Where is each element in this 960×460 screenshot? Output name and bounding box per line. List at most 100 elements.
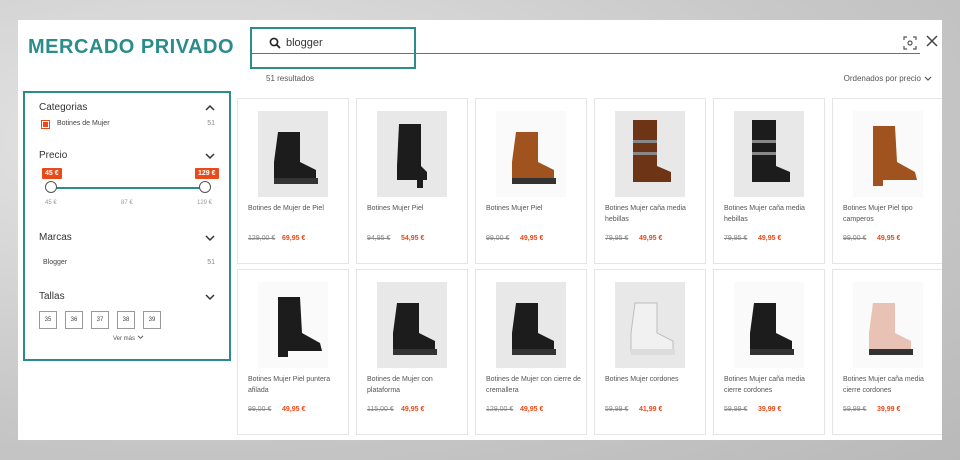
filter-option-label[interactable]: Botines de Mujer	[57, 120, 110, 127]
product-old-price: 99,00 €	[248, 406, 272, 413]
boot-icon	[873, 126, 917, 186]
boot-icon	[869, 303, 913, 355]
brand-option-blogger[interactable]: Blogger	[43, 259, 67, 266]
price-tick-max: 129 €	[197, 200, 213, 206]
size-option-39[interactable]: 39	[143, 311, 161, 329]
product-image[interactable]	[734, 111, 804, 197]
product-image[interactable]	[377, 282, 447, 368]
product-image[interactable]	[734, 282, 804, 368]
product-card[interactable]: Botines Mujer cordones 59,99 € 41,99 €	[594, 269, 706, 435]
scan-icon[interactable]	[903, 36, 917, 50]
price-max-tag: 129 €	[195, 168, 219, 179]
product-image[interactable]	[853, 111, 923, 197]
product-price: 54,95 €	[401, 235, 425, 242]
product-old-price: 115,00 €	[367, 406, 394, 413]
results-count: 51 resultados	[266, 74, 315, 83]
product-old-price: 59,99 €	[724, 406, 748, 413]
product-name[interactable]: Botines Mujer Piel	[367, 203, 463, 214]
product-image[interactable]	[615, 111, 685, 197]
product-name[interactable]: Botines de Mujer con plataforma	[367, 374, 463, 396]
product-image[interactable]	[496, 282, 566, 368]
product-name[interactable]: Botines Mujer caña media cierre cordones	[843, 374, 939, 396]
filter-title-categories[interactable]: Categorias	[39, 102, 87, 113]
product-old-price: 129,00 €	[486, 406, 514, 413]
boot-icon	[278, 297, 322, 357]
chevron-down-icon[interactable]	[205, 293, 215, 301]
product-name[interactable]: Botines Mujer Piel puntera afilada	[248, 374, 344, 396]
product-image[interactable]	[615, 282, 685, 368]
product-card[interactable]: Botines de Mujer con plataforma 115,00 € 4…	[356, 269, 468, 435]
product-name[interactable]: Botines de Mujer de Piel	[248, 203, 344, 214]
product-image[interactable]	[377, 111, 447, 197]
boot-icon	[274, 132, 318, 184]
product-card[interactable]: Botines de Mujer con cierre de cremaller…	[475, 269, 587, 435]
product-image[interactable]	[496, 111, 566, 197]
product-old-price: 59,99 €	[843, 406, 867, 413]
price-slider-max-handle[interactable]	[199, 181, 211, 193]
product-price: 39,99 €	[877, 406, 901, 413]
product-card[interactable]: Botines Mujer caña media hebillas 79,95 €…	[594, 98, 706, 264]
product-price: 49,95 €	[758, 235, 782, 242]
price-slider-min-handle[interactable]	[45, 181, 57, 193]
product-card[interactable]: Botines Mujer Piel 94,95 € 54,95 €	[356, 98, 468, 264]
size-option-38[interactable]: 38	[117, 311, 135, 329]
price-tick-min: 45 €	[45, 200, 57, 206]
product-card[interactable]: Botines Mujer caña media cierre cordones…	[713, 269, 825, 435]
product-price: 41,99 €	[639, 406, 663, 413]
chevron-down-icon	[924, 76, 932, 81]
price-slider-track[interactable]	[49, 187, 205, 189]
product-old-price: 94,95 €	[367, 235, 391, 242]
product-image[interactable]	[258, 282, 328, 368]
product-name[interactable]: Botines Mujer Piel	[486, 203, 582, 214]
price-min-tag: 45 €	[42, 168, 62, 179]
product-name[interactable]: Botines Mujer Piel tipo camperos	[843, 203, 939, 225]
boot-icon	[752, 120, 790, 182]
product-card[interactable]: Botines Mujer caña media cierre cordones…	[832, 269, 942, 435]
product-old-price: 59,99 €	[605, 406, 629, 413]
boot-icon	[512, 132, 556, 184]
product-image[interactable]	[258, 111, 328, 197]
product-price: 49,95 €	[877, 235, 901, 242]
product-card[interactable]: Botines Mujer Piel puntera afilada 99,00 …	[237, 269, 349, 435]
product-image[interactable]	[853, 282, 923, 368]
price-tick-mid: 87 €	[121, 200, 133, 206]
chevron-down-icon	[137, 335, 144, 340]
close-icon[interactable]	[925, 34, 939, 48]
filter-title-sizes[interactable]: Tallas	[39, 291, 65, 302]
chevron-up-icon[interactable]	[205, 104, 215, 112]
product-name[interactable]: Botines Mujer caña media hebillas	[724, 203, 820, 225]
site-logo[interactable]: MERCADO PRIVADO	[28, 36, 234, 59]
product-card[interactable]: Botines Mujer Piel tipo camperos 99,00 € 4…	[832, 98, 942, 264]
product-card[interactable]: Botines Mujer caña media hebillas 79,95 €…	[713, 98, 825, 264]
product-price: 49,95 €	[639, 235, 663, 242]
chevron-down-icon[interactable]	[205, 234, 215, 242]
product-old-price: 79,95 €	[605, 235, 629, 242]
search-overlay-panel: MERCADO PRIVADO 51 resultados Ordenados …	[18, 20, 942, 440]
product-card[interactable]: Botines de Mujer de Piel 129,00 € 69,95 €	[237, 98, 349, 264]
product-name[interactable]: Botines Mujer caña media cierre cordones	[724, 374, 820, 396]
checkbox-botines-de-mujer[interactable]	[41, 120, 50, 129]
filter-title-brands[interactable]: Marcas	[39, 232, 72, 243]
brand-option-count: 51	[207, 259, 215, 266]
product-card[interactable]: Botines Mujer Piel 99,00 € 49,95 €	[475, 98, 587, 264]
product-name[interactable]: Botines Mujer caña media hebillas	[605, 203, 701, 225]
product-name[interactable]: Botines de Mujer con cierre de cremaller…	[486, 374, 582, 396]
product-old-price: 99,00 €	[843, 235, 867, 242]
product-name[interactable]: Botines Mujer cordones	[605, 374, 701, 385]
product-price: 49,95 €	[282, 406, 306, 413]
search-input[interactable]	[286, 34, 406, 52]
chevron-down-icon[interactable]	[205, 152, 215, 160]
size-option-36[interactable]: 36	[65, 311, 83, 329]
product-old-price: 79,95 €	[724, 235, 748, 242]
size-option-37[interactable]: 37	[91, 311, 109, 329]
filters-panel: Categorias Botines de Mujer 51 Precio 45…	[23, 91, 231, 361]
product-price: 69,95 €	[282, 235, 306, 242]
boot-icon	[750, 303, 794, 355]
sort-label: Ordenados por precio	[843, 74, 921, 83]
sort-dropdown[interactable]: Ordenados por precio	[844, 74, 932, 83]
boot-icon	[633, 120, 671, 182]
show-more-sizes-link[interactable]: Ver más	[113, 335, 144, 342]
filter-title-price[interactable]: Precio	[39, 150, 67, 161]
size-option-35[interactable]: 35	[39, 311, 57, 329]
search-icon[interactable]	[268, 36, 282, 50]
